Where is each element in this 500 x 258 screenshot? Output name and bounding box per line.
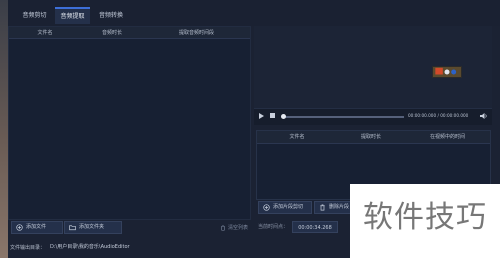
column-header-segment-duration[interactable]: 提取时长: [337, 131, 405, 143]
add-folder-label: 添加文件夹: [79, 224, 105, 230]
add-segment-label: 添加片段剪切: [273, 204, 304, 210]
stop-icon[interactable]: [270, 113, 275, 118]
output-dir-label: 文件输出目录：: [10, 245, 46, 251]
column-header-duration[interactable]: 音频时长: [81, 27, 143, 39]
current-time-label: 当前时间点：: [258, 224, 289, 230]
preview-thumbnail: [432, 66, 462, 78]
add-folder-button[interactable]: 添加文件夹: [64, 221, 122, 234]
clear-list-button[interactable]: 清空列表: [220, 223, 250, 233]
desktop-background-strip: [0, 0, 8, 258]
clear-list-label: 清空列表: [228, 225, 249, 231]
tab-bar: 音频剪切 音频提取 音频转换: [8, 0, 500, 26]
add-file-label: 添加文件: [26, 224, 47, 230]
column-header-video-time[interactable]: 在视频中的时间: [405, 131, 490, 143]
tab-audio-cut[interactable]: 音频剪切: [18, 7, 51, 24]
add-file-button[interactable]: 添加文件: [11, 221, 63, 234]
column-header-filename[interactable]: 文件名: [9, 27, 81, 39]
file-list-panel: [8, 26, 251, 220]
add-segment-button[interactable]: 添加片段剪切: [258, 201, 312, 214]
play-icon[interactable]: [259, 113, 264, 119]
seek-handle[interactable]: [281, 114, 286, 119]
folder-icon: [69, 225, 76, 231]
media-badge-icon: [435, 67, 457, 75]
segment-list-header: 文件名 提取时长 在视频中的时间: [257, 131, 490, 144]
column-header-segment-filename[interactable]: 文件名: [257, 131, 337, 143]
tab-audio-extract[interactable]: 音频提取: [55, 7, 90, 24]
trash-icon: [320, 204, 325, 211]
watermark-text: 软件技巧: [363, 200, 487, 235]
right-edge: [492, 26, 500, 184]
trash-icon: [221, 225, 225, 231]
delete-segment-button[interactable]: 删除片段: [314, 201, 354, 214]
playback-time: 00:00:00.000 / 00:00:00.000: [408, 113, 469, 118]
column-header-extract-range[interactable]: 提取音频时间段: [143, 27, 250, 39]
file-list-header: 文件名 音频时长 提取音频时间段: [9, 27, 250, 39]
tab-audio-convert[interactable]: 音频转换: [94, 7, 128, 24]
add-circle-icon: [16, 224, 23, 231]
delete-segment-label: 删除片段: [329, 204, 350, 210]
current-time-field[interactable]: 00:00:34.268: [292, 221, 338, 233]
volume-icon[interactable]: [479, 112, 488, 120]
output-dir-field[interactable]: D:\用户目录\我的音乐\AudioEditor: [48, 242, 288, 253]
seek-bar[interactable]: [282, 116, 404, 118]
add-circle-icon: [263, 204, 270, 211]
